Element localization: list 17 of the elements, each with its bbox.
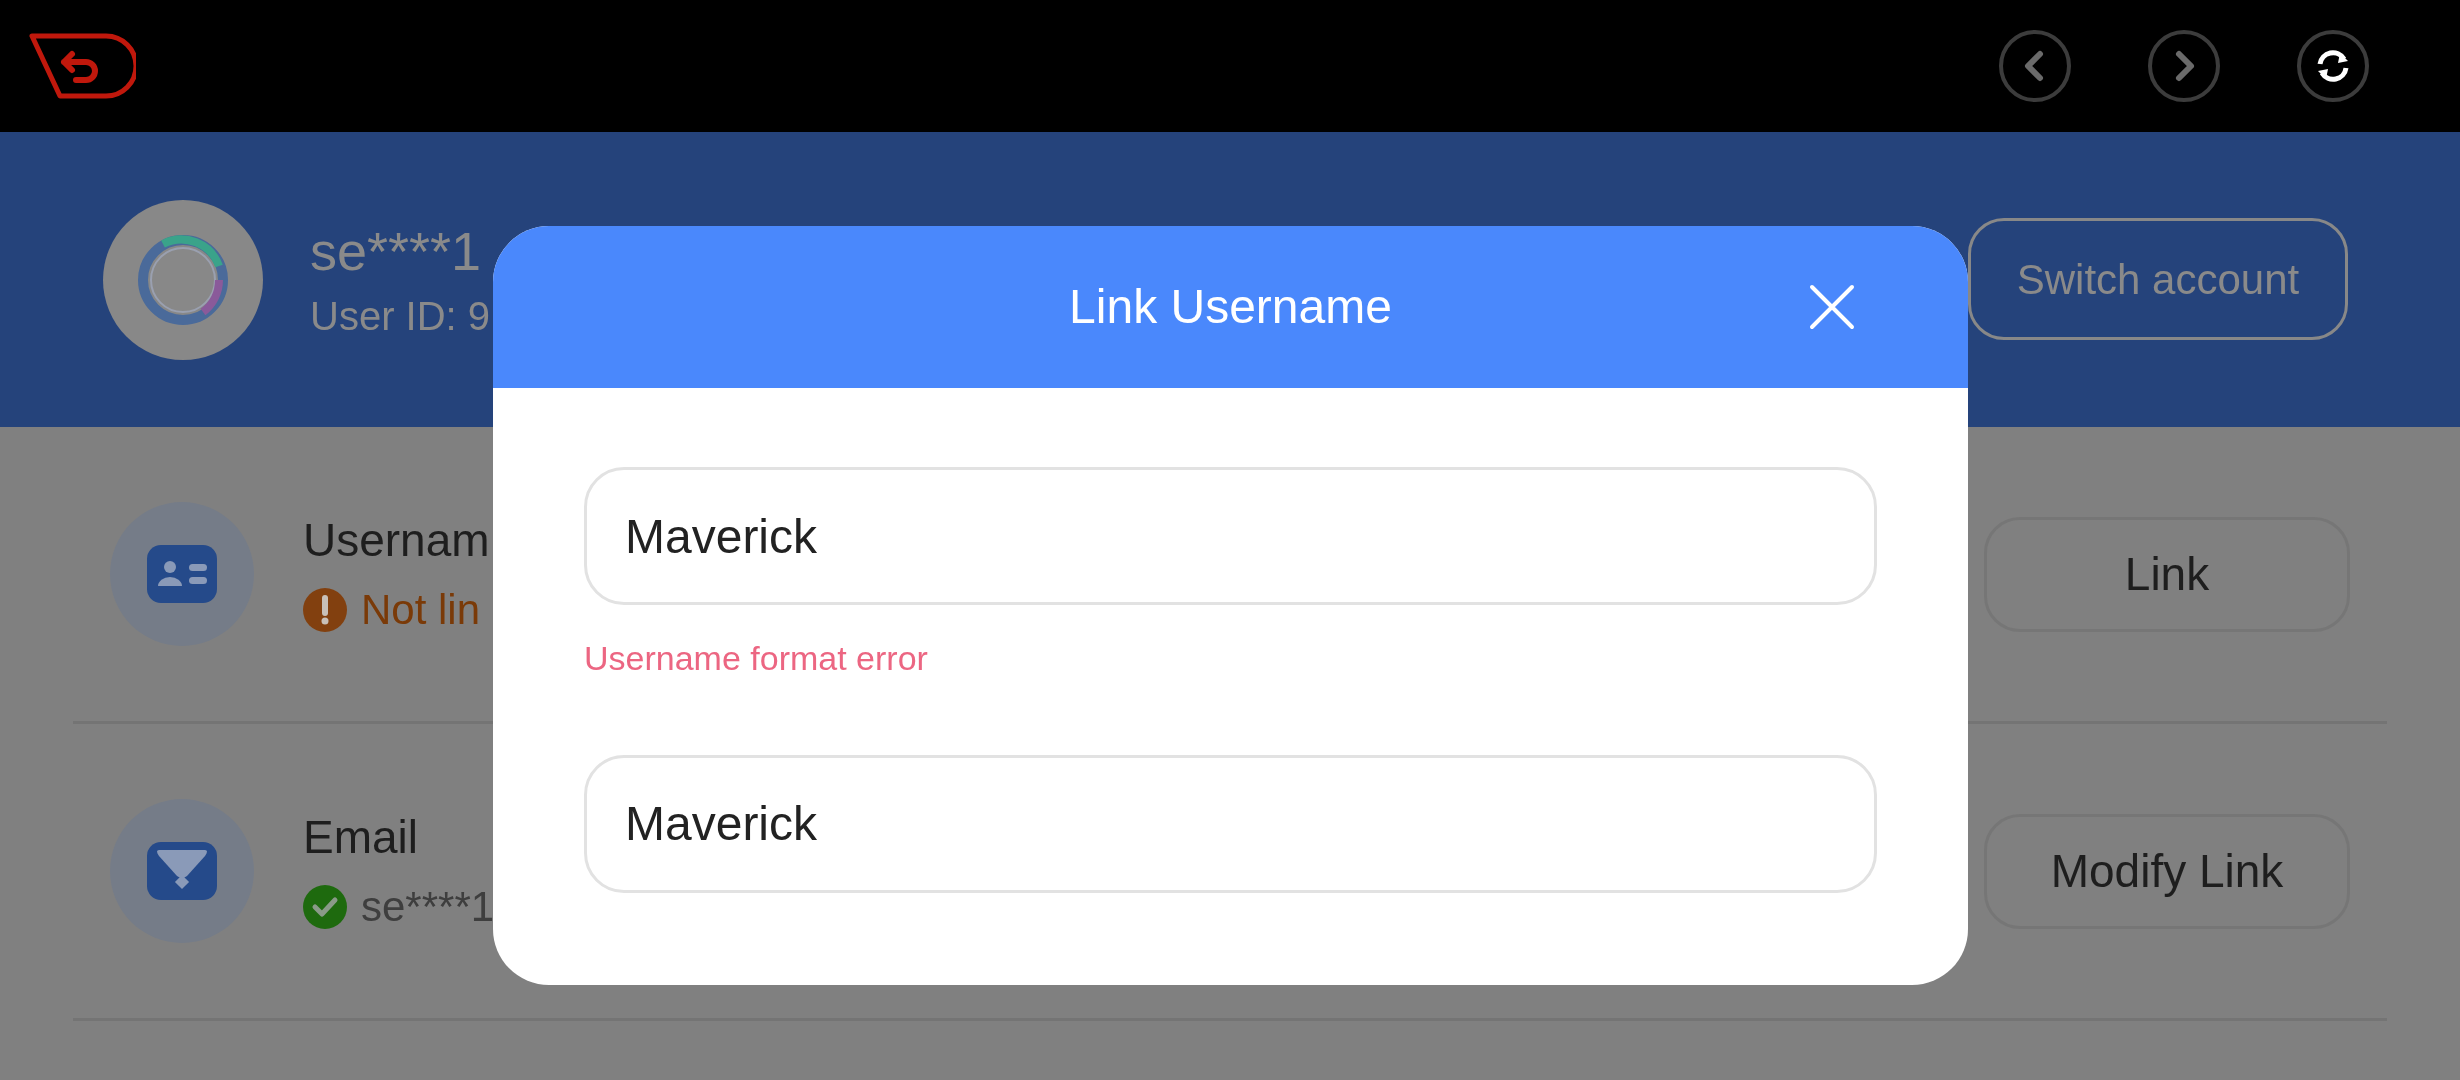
account-name: se****1 (310, 219, 483, 283)
binding-title: Usernam (303, 513, 490, 568)
binding-title: Email (303, 810, 420, 865)
modify-link-button[interactable]: Modify Link (1984, 813, 2350, 929)
id-card-icon (147, 545, 217, 603)
input-field[interactable]: Maverick (584, 467, 1877, 605)
envelope-icon (147, 842, 217, 900)
refresh-icon[interactable] (2296, 29, 2370, 103)
switch-account-button[interactable]: Switch account (1968, 218, 2348, 340)
link-button[interactable]: Link (1984, 516, 2350, 632)
dialog-title: Link Username (1069, 279, 1392, 335)
close-icon[interactable] (1809, 284, 1855, 330)
binding-status: se****1 (361, 881, 495, 932)
input-field[interactable]: Maverick (584, 754, 1877, 893)
binding-status: Not lin (361, 584, 481, 635)
user-id: User ID: 9 (310, 293, 491, 341)
error-message: Username format error (584, 638, 929, 679)
